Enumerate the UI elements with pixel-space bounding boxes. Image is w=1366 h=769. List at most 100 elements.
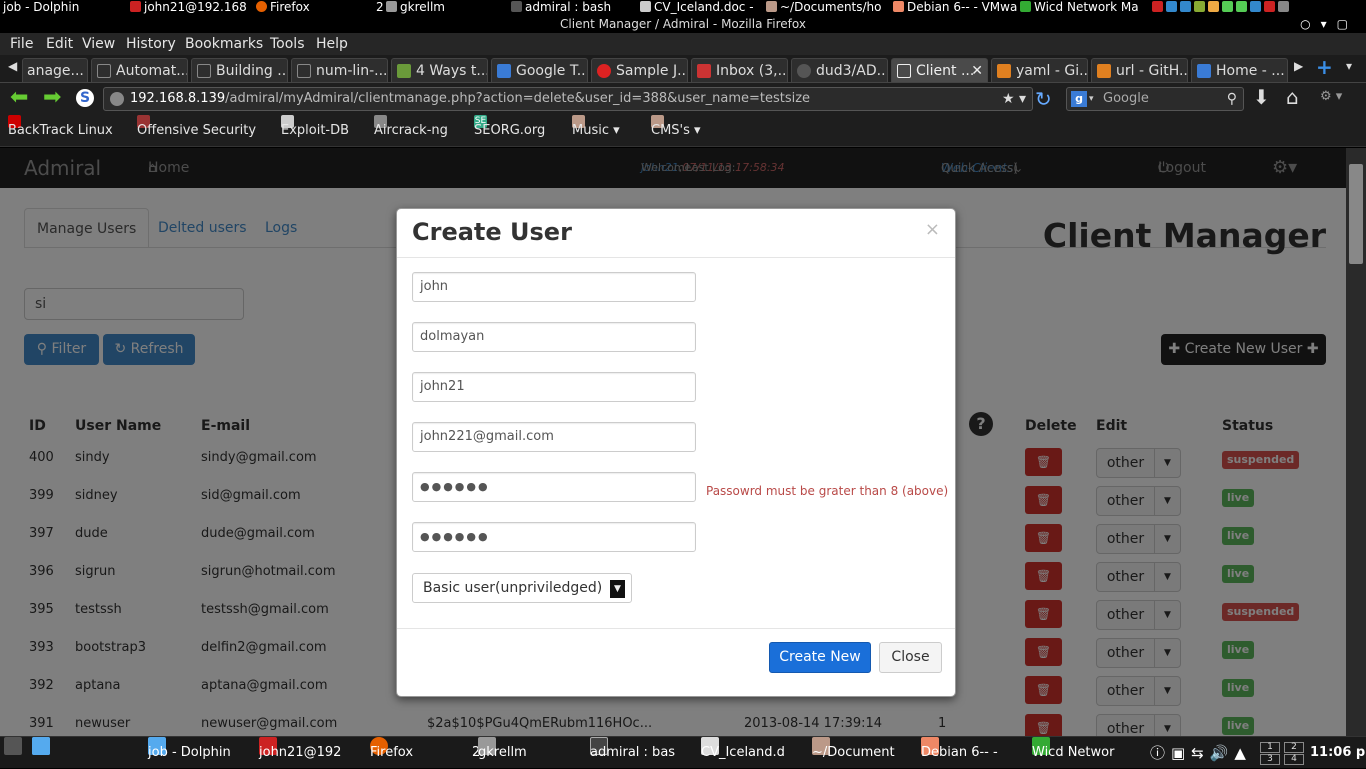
modal-footer-divider — [397, 628, 955, 629]
gmail-icon — [697, 64, 711, 78]
firefox-icon — [256, 1, 267, 12]
password-field[interactable]: ●●●●●● — [412, 472, 696, 502]
modal-title: Create User — [412, 218, 572, 246]
tab-10[interactable]: yaml - Gi... — [991, 58, 1088, 82]
site-identity-icon[interactable] — [110, 92, 124, 106]
navigation-bar: ⬅ ➡ S 192.168.8.139/admiral/myAdmiral/cl… — [0, 83, 1366, 115]
desktop-4[interactable]: 4 — [1284, 754, 1304, 765]
page-icon — [97, 64, 111, 78]
tab-bar: ◀ anage... Automat... Building ... num-l… — [0, 55, 1366, 83]
clock[interactable]: 11:06 pm — [1310, 737, 1366, 769]
tab-4[interactable]: 4 Ways t... — [391, 58, 488, 82]
task-bash[interactable]: admiral : bash — [511, 0, 611, 15]
menu-bookmarks[interactable]: Bookmarks — [185, 33, 263, 55]
tab-3[interactable]: num-lin-... — [291, 58, 388, 82]
sync-s-icon[interactable]: S — [76, 89, 94, 107]
tab-7[interactable]: Inbox (3,... — [691, 58, 788, 82]
task-dolphin[interactable]: job - Dolphin — [3, 0, 79, 15]
red-dot-icon — [597, 64, 611, 78]
task-gkrellm[interactable]: gkrellm — [386, 0, 445, 15]
home-icon[interactable]: ⌂ — [1286, 85, 1299, 109]
download-icon[interactable]: ⬇ — [1253, 85, 1270, 109]
select-arrow-icon: ▼ — [610, 580, 625, 598]
url-host: 192.168.8.139 — [130, 91, 226, 106]
reload-icon[interactable]: ↻ — [1035, 87, 1052, 111]
task-terminal-john[interactable]: john21@192.168 — [130, 0, 247, 15]
task-cv-doc[interactable]: CV_Iceland.doc - — [640, 0, 754, 15]
google-icon[interactable]: g — [1071, 91, 1087, 107]
create-user-modal: Create User × john dolmayan john21 john2… — [396, 208, 956, 697]
task-wicd[interactable]: Wicd Network Ma — [1020, 0, 1139, 15]
menu-file[interactable]: File — [10, 33, 33, 55]
create-new-button[interactable]: Create New — [769, 642, 871, 673]
tab-11[interactable]: url - GitH... — [1091, 58, 1188, 82]
search-bar[interactable]: g ▾ Google ⚲ — [1066, 87, 1244, 111]
email-field[interactable]: john221@gmail.com — [412, 422, 696, 452]
tab-12[interactable]: Home - ... — [1191, 58, 1288, 82]
search-icon[interactable]: ⚲ — [1227, 88, 1237, 110]
confirm-password-field[interactable]: ●●●●●● — [412, 522, 696, 552]
new-tab-plus-icon[interactable]: + — [1316, 55, 1333, 79]
task-vmware[interactable]: Debian 6-- - VMwa — [893, 0, 1017, 15]
password-error-message: Passowrd must be grater than 8 (above) — [706, 484, 949, 498]
tab-client-manager[interactable]: Client ... ✕ — [891, 58, 988, 82]
addon-icon[interactable]: ⚙ ▾ — [1320, 89, 1342, 104]
folder-icon — [766, 1, 777, 12]
desktop-3[interactable]: 3 — [1260, 754, 1280, 765]
scrollbar-thumb[interactable] — [1349, 164, 1363, 264]
document-icon — [640, 1, 651, 12]
search-engine-dropdown-icon[interactable]: ▾ — [1089, 88, 1094, 110]
tab-close-icon[interactable]: ✕ — [971, 59, 983, 82]
tab-scroll-left-icon[interactable]: ◀ — [8, 59, 17, 73]
page-scrollbar[interactable] — [1346, 148, 1366, 736]
menu-tools[interactable]: Tools — [270, 33, 305, 55]
tab-2[interactable]: Building ... — [191, 58, 288, 82]
system-tray-icons[interactable]: ⓘ▣⇆🔊▲ — [1150, 737, 1252, 769]
menubar: File Edit View History Bookmarks Tools H… — [0, 33, 1366, 55]
gkrellm-icon — [386, 1, 397, 12]
url-path: /admiral/myAdmiral/clientmanage.php?acti… — [225, 91, 811, 106]
os-top-taskbar: job - Dolphin john21@192.168 Firefox 2 g… — [0, 0, 1366, 15]
google-translate-icon — [497, 64, 511, 78]
desktop-pager[interactable]: 1 2 3 4 — [1260, 742, 1306, 766]
menu-edit[interactable]: Edit — [46, 33, 73, 55]
wicd-icon — [1020, 1, 1031, 12]
dropbox-icon — [1197, 64, 1211, 78]
bookmark-star-icon[interactable]: ★ ▾ — [1002, 88, 1026, 110]
tab-5[interactable]: Google T... — [491, 58, 588, 82]
desktop-2[interactable]: 2 — [1284, 742, 1304, 753]
tab-6[interactable]: Sample J... — [591, 58, 688, 82]
username-field[interactable]: john21 — [412, 372, 696, 402]
window-controls[interactable]: ○▾▢ — [1300, 15, 1358, 33]
desktop-1[interactable]: 1 — [1260, 742, 1280, 753]
tab-8[interactable]: dud3/AD... — [791, 58, 888, 82]
stackoverflow-icon — [1097, 64, 1111, 78]
modal-header-divider — [397, 257, 955, 258]
task-desktop-number: 2 — [376, 0, 384, 14]
tab-0[interactable]: anage... — [22, 58, 88, 82]
last-name-field[interactable]: dolmayan — [412, 322, 696, 352]
menu-help[interactable]: Help — [316, 33, 348, 55]
github-icon — [797, 64, 811, 78]
url-bar[interactable]: 192.168.8.139/admiral/myAdmiral/clientma… — [103, 87, 1033, 111]
tab-1[interactable]: Automat... — [91, 58, 188, 82]
menu-view[interactable]: View — [82, 33, 115, 55]
terminal-icon — [511, 1, 522, 12]
window-title: Client Manager / Admiral - Mozilla Firef… — [0, 15, 1366, 33]
forward-arrow-icon[interactable]: ➡ — [43, 85, 61, 110]
search-placeholder: Google — [1103, 91, 1149, 106]
modal-close-x-icon[interactable]: × — [925, 219, 940, 241]
close-button[interactable]: Close — [879, 642, 942, 673]
back-arrow-icon[interactable]: ⬅ — [10, 85, 28, 110]
stackoverflow-icon — [997, 64, 1011, 78]
vmware-icon — [893, 1, 904, 12]
tab-list-icon[interactable]: ▾ — [1346, 59, 1352, 73]
role-select[interactable]: Basic user(unpriviledged) ▼ — [412, 573, 632, 603]
menu-history[interactable]: History — [126, 33, 176, 55]
tray-icons — [1152, 0, 1292, 15]
filezilla-icon — [130, 1, 141, 12]
tab-scroll-right-icon[interactable]: ▶ — [1294, 59, 1303, 73]
first-name-field[interactable]: john — [412, 272, 696, 302]
task-documents[interactable]: ~/Documents/ho — [766, 0, 882, 15]
task-firefox[interactable]: Firefox — [256, 0, 310, 15]
